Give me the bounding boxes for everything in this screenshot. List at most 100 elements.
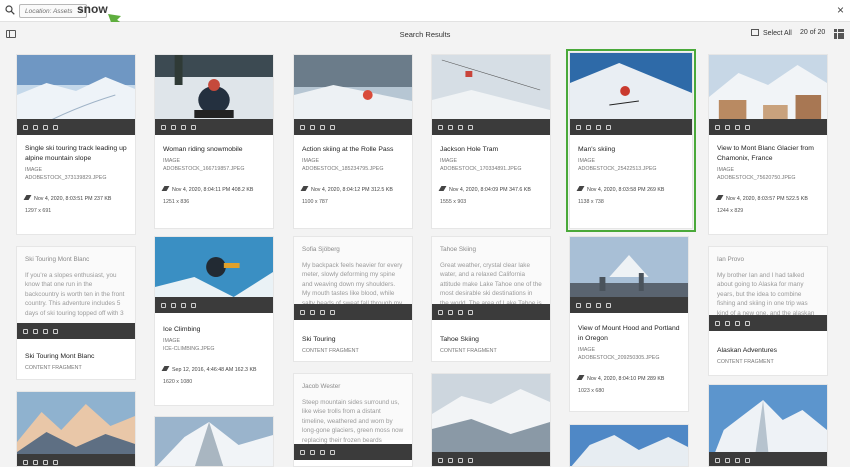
card-filename: ADOBESTOCK_373139829.JPEG: [25, 175, 107, 181]
asset-card-ice-climbing[interactable]: Ice Climbing IMAGE ICE-CLIMBING.JPEG Sep…: [154, 236, 274, 406]
card-title: Alaskan Adventures: [717, 347, 778, 354]
card-type: CONTENT FRAGMENT: [25, 365, 82, 371]
quick-actions[interactable]: [570, 297, 688, 313]
chip-label: Location: Assets: [25, 8, 73, 15]
card-title: Ski Touring Mont Blanc: [25, 353, 95, 360]
fragment-author: Jacob Wester: [302, 383, 341, 390]
card-dimensions: 1620 x 1080: [163, 379, 193, 385]
results-toolbar: Search Results Select All 20 of 20: [0, 22, 850, 45]
fragment-card-jacob-wester[interactable]: Jacob Wester Steep mountain sides surroun…: [293, 373, 413, 467]
pencil-icon: [576, 375, 585, 380]
view-grid-icon[interactable]: [834, 29, 844, 39]
card-title: Tahoe Skiing: [440, 336, 479, 343]
card-type: IMAGE: [25, 167, 43, 173]
card-filename: ADOBESTOCK_166719857.JPEG: [163, 166, 245, 172]
card-title: Man's skiing: [578, 146, 616, 153]
card-meta: Nov 4, 2020, 8:03:51 PM 237 KB: [23, 195, 129, 203]
card-filename: ADOBESTOCK_209250305.JPEG: [578, 355, 660, 361]
card-filename: ADOBESTOCK_185234795.JPEG: [302, 166, 384, 172]
quick-actions[interactable]: [155, 297, 273, 313]
quick-actions[interactable]: [294, 119, 412, 135]
card-meta: Sep 12, 2016, 4:46:48 AM 162.3 KB: [161, 366, 267, 374]
asset-card-snowfield[interactable]: [431, 373, 551, 467]
card-title: View of Mount Hood and Portland in Orego…: [578, 325, 680, 342]
quick-actions[interactable]: [294, 444, 412, 460]
card-type: CONTENT FRAGMENT: [440, 348, 497, 354]
fragment-excerpt: If you're a slopes enthusiast, you know …: [25, 271, 125, 317]
quick-actions[interactable]: [155, 119, 273, 135]
card-meta: Nov 4, 2020, 8:03:58 PM 269 KB: [576, 186, 686, 194]
fragment-author: Ian Provo: [717, 256, 744, 263]
fragment-card-ski-touring-mont-blanc[interactable]: Ski Touring Mont Blanc If you're a slopes…: [16, 246, 136, 380]
quick-actions[interactable]: [432, 304, 550, 320]
asset-card-snow-peaks[interactable]: [708, 384, 828, 467]
quick-actions[interactable]: [294, 304, 412, 320]
select-all-button[interactable]: Select All: [751, 29, 792, 37]
page-title: Search Results: [399, 30, 451, 39]
pencil-icon: [161, 366, 170, 371]
card-meta: Nov 4, 2020, 8:04:09 PM 347.6 KB: [438, 186, 544, 194]
card-title: Jackson Hole Tram: [440, 146, 499, 153]
card-filename: ICE-CLIMBING.JPEG: [163, 346, 215, 352]
card-filename: ADOBESTOCK_25422513.JPEG: [578, 166, 657, 172]
asset-card-snowmobile[interactable]: Woman riding snowmobile IMAGE ADOBESTOCK…: [154, 54, 274, 229]
asset-card-peak[interactable]: [154, 416, 274, 467]
card-type: IMAGE: [578, 347, 596, 353]
asset-card-mans-skiing[interactable]: Man's skiing IMAGE ADOBESTOCK_25422513.J…: [566, 49, 696, 232]
quick-actions[interactable]: [709, 452, 827, 466]
card-type: IMAGE: [302, 158, 320, 164]
fragment-author: Ski Touring Mont Blanc: [25, 256, 90, 263]
pencil-icon: [300, 186, 309, 191]
pencil-icon: [576, 186, 585, 191]
card-filename: ADOBESTOCK_170334891.JPEG: [440, 166, 522, 172]
asset-card-jackson-hole[interactable]: Jackson Hole Tram IMAGE ADOBESTOCK_17033…: [431, 54, 551, 229]
search-input[interactable]: snow: [77, 2, 108, 16]
select-all-label: Select All: [763, 30, 792, 37]
card-type: CONTENT FRAGMENT: [717, 359, 774, 365]
fragment-excerpt: Great weather, crystal clear lake water,…: [440, 261, 542, 307]
card-type: IMAGE: [717, 167, 735, 173]
asset-card-mont-blanc[interactable]: View to Mont Blanc Glacier from Chamonix…: [708, 54, 828, 235]
card-meta: Nov 4, 2020, 8:04:10 PM 289 KB: [576, 375, 682, 383]
card-dimensions: 1555 x 903: [440, 199, 467, 205]
card-filename: ADOBESTOCK_75620750.JPEG: [717, 175, 796, 181]
quick-actions[interactable]: [17, 454, 135, 466]
asset-card-mount-hood[interactable]: View of Mount Hood and Portland in Orego…: [569, 236, 689, 412]
card-type: IMAGE: [578, 158, 596, 164]
fragment-excerpt: Steep mountain sides surround us, like w…: [302, 398, 404, 444]
select-all-icon: [751, 29, 759, 36]
quick-actions[interactable]: [432, 452, 550, 466]
asset-card-alpine-ridge[interactable]: [569, 424, 689, 467]
card-title: View to Mont Blanc Glacier from Chamonix…: [717, 145, 814, 162]
search-icon[interactable]: [5, 5, 15, 15]
card-title: Action skiing at the Rolle Pass: [302, 146, 394, 153]
card-type: CONTENT FRAGMENT: [302, 348, 359, 354]
fragment-card-ski-touring[interactable]: Sofia Sjöberg My backpack feels heavier f…: [293, 236, 413, 362]
quick-actions[interactable]: [432, 119, 550, 135]
pencil-icon: [715, 195, 724, 200]
card-dimensions: 1251 x 836: [163, 199, 190, 205]
card-title: Ice Climbing: [163, 326, 201, 333]
card-meta: Nov 4, 2020, 8:04:11 PM 408.2 KB: [161, 186, 267, 194]
asset-card-mountain-sunset[interactable]: [16, 391, 136, 467]
pencil-icon: [438, 186, 447, 191]
card-dimensions: 1297 x 691: [25, 208, 52, 214]
card-title: Woman riding snowmobile: [163, 146, 243, 153]
card-title: Ski Touring: [302, 336, 336, 343]
card-meta: Nov 4, 2020, 8:03:57 PM 522.5 KB: [715, 195, 821, 203]
quick-actions[interactable]: [17, 323, 135, 339]
fragment-card-alaskan-adventures[interactable]: Ian Provo My brother Ian and I had talked…: [708, 246, 828, 376]
quick-actions[interactable]: [570, 119, 692, 135]
card-type: IMAGE: [440, 158, 458, 164]
asset-card-ski-track[interactable]: Single ski touring track leading up alpi…: [16, 54, 136, 235]
fragment-card-tahoe-skiing[interactable]: Tahoe Skiing Great weather, crystal clear…: [431, 236, 551, 362]
card-type: IMAGE: [163, 158, 181, 164]
close-search-icon[interactable]: ×: [837, 3, 844, 17]
pencil-icon: [161, 186, 170, 191]
card-dimensions: 1138 x 738: [578, 199, 604, 205]
asset-card-rolle-pass[interactable]: Action skiing at the Rolle Pass IMAGE AD…: [293, 54, 413, 229]
quick-actions[interactable]: [17, 119, 135, 135]
fragment-author: Sofia Sjöberg: [302, 246, 340, 253]
quick-actions[interactable]: [709, 119, 827, 135]
quick-actions[interactable]: [709, 315, 827, 331]
